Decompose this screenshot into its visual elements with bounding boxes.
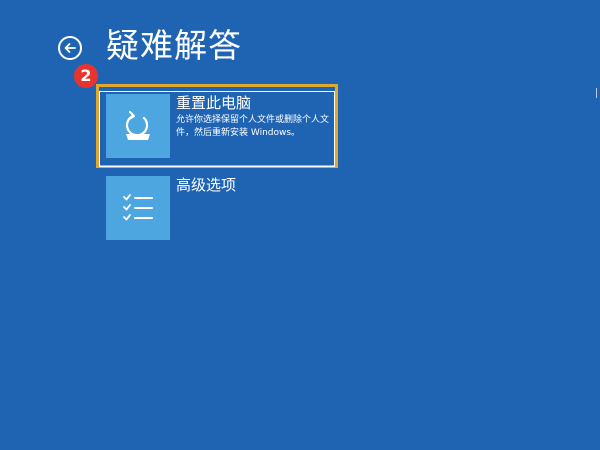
advanced-options-tile: [106, 176, 170, 240]
reset-pc-tile: [106, 94, 170, 158]
reset-pc-option[interactable]: 重置此电脑 允许你选择保留个人文件或删除个人文件，然后重新安装 Windows。: [99, 91, 335, 167]
reset-pc-title: 重置此电脑: [176, 94, 252, 112]
reset-pc-icon: [125, 110, 150, 140]
back-button[interactable]: [58, 36, 82, 60]
advanced-options-title: 高级选项: [176, 176, 237, 194]
advanced-options-option[interactable]: 高级选项: [106, 176, 334, 240]
reset-pc-description: 允许你选择保留个人文件或删除个人文件，然后重新安装 Windows。: [176, 115, 330, 138]
step-badge: 2: [74, 64, 98, 88]
edge-mark: [596, 88, 600, 98]
checklist-icon: [123, 194, 153, 221]
page-title: 疑难解答: [106, 26, 242, 65]
back-arrow-icon: [64, 43, 76, 53]
